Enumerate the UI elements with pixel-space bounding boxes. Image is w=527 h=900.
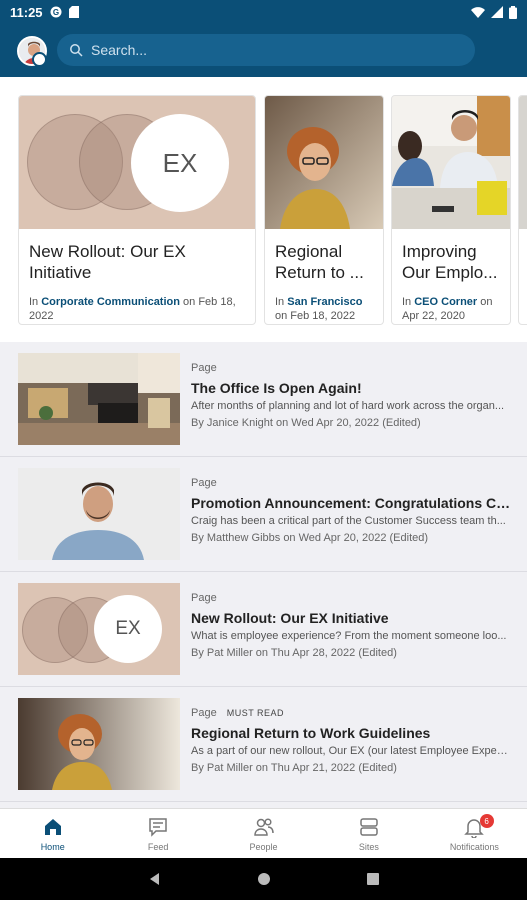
- back-icon[interactable]: [148, 872, 162, 886]
- people-icon: [253, 817, 274, 836]
- ex-logo-image: EX: [18, 583, 180, 675]
- item-type: Page: [191, 477, 217, 489]
- signal-icon: [491, 6, 503, 18]
- featured-card-meta: In Corporate Communication on Feb 18, 20…: [19, 289, 255, 323]
- featured-card-meta: In CEO Corner on Apr 22, 2020: [392, 289, 510, 323]
- item-byline: By Janice Knight on Wed Apr 20, 2022 (Ed…: [191, 417, 421, 429]
- nav-people[interactable]: People: [211, 809, 316, 858]
- office-photo: [18, 353, 180, 445]
- woman-curly-hair-photo: [265, 96, 383, 229]
- featured-card-title: Regional Return to ...: [275, 242, 364, 282]
- battery-icon: [509, 5, 517, 19]
- home-icon: [44, 818, 61, 835]
- list-item[interactable]: Page MUST READ Regional Return to Work Gu…: [0, 687, 527, 802]
- bottom-nav: Home Feed People Sites 6 Notifications: [0, 808, 527, 858]
- featured-card[interactable]: EX New Rollout: Our EX Initiative In Cor…: [18, 95, 256, 325]
- featured-card-meta: In San Francisco on Feb 18, 2022: [265, 289, 383, 323]
- search-icon: [70, 44, 83, 57]
- svg-text:G: G: [52, 8, 58, 17]
- site-link[interactable]: San Francisco: [287, 296, 362, 308]
- nav-notifications[interactable]: 6 Notifications: [422, 809, 527, 858]
- app-header: 11:25 G Search...: [0, 0, 527, 77]
- ex-logo-text: EX: [94, 595, 162, 663]
- search-placeholder: Search...: [91, 42, 148, 58]
- featured-carousel[interactable]: EX New Rollout: Our EX Initiative In Cor…: [0, 77, 527, 342]
- item-title: The Office Is Open Again!: [191, 380, 362, 396]
- featured-card[interactable]: Regional Return to ... In San Francisco …: [264, 95, 384, 325]
- feed-icon: [149, 817, 167, 837]
- nav-label: Sites: [358, 841, 379, 852]
- item-title: Regional Return to Work Guidelines: [191, 725, 431, 741]
- news-list: Page The Office Is Open Again! After mon…: [0, 342, 527, 808]
- site-link[interactable]: Corporate Communication: [41, 296, 180, 308]
- nav-label: People: [249, 841, 278, 852]
- office-meeting-photo: [392, 96, 510, 229]
- home-circle-icon[interactable]: [257, 872, 271, 886]
- card-image: [519, 96, 527, 229]
- featured-card[interactable]: Improving Our Emplo... In CEO Corner on …: [391, 95, 511, 325]
- ex-logo-text: EX: [131, 114, 229, 212]
- nav-label: Notifications: [449, 841, 499, 852]
- nav-home[interactable]: Home: [0, 809, 105, 858]
- status-time: 11:25: [10, 4, 43, 20]
- app-notification-icon: G: [50, 6, 62, 18]
- item-byline: By Pat Miller on Thu Apr 21, 2022 (Edite…: [191, 762, 397, 774]
- list-item[interactable]: Page The Office Is Open Again! After mon…: [0, 342, 527, 457]
- meta-prefix: In: [29, 296, 42, 308]
- item-description: As a part of our new rollout, Our EX (ou…: [191, 745, 511, 757]
- sd-card-icon: [68, 6, 79, 18]
- item-type: Page: [191, 362, 217, 374]
- item-description: Craig has been a critical part of the Cu…: [191, 515, 506, 527]
- nav-label: Feed: [147, 841, 169, 852]
- status-bar: 11:25 G: [0, 0, 527, 24]
- man-smiling-photo: [18, 468, 180, 560]
- item-byline: By Matthew Gibbs on Wed Apr 20, 2022 (Ed…: [191, 532, 429, 544]
- item-description: After months of planning and lot of hard…: [191, 400, 505, 412]
- recents-icon[interactable]: [366, 872, 380, 886]
- notification-count-badge: 6: [479, 814, 494, 828]
- search-input[interactable]: Search...: [57, 34, 475, 66]
- item-description: What is employee experience? From the mo…: [191, 630, 507, 642]
- site-link[interactable]: CEO Corner: [414, 296, 477, 308]
- nav-sites[interactable]: Sites: [316, 809, 421, 858]
- item-byline: By Pat Miller on Thu Apr 28, 2022 (Edite…: [191, 647, 397, 659]
- nav-label: Home: [40, 841, 65, 852]
- meta-prefix: In: [275, 296, 288, 308]
- account-badge-icon: [32, 52, 47, 67]
- system-nav-bar: [0, 858, 527, 900]
- item-title: New Rollout: Our EX Initiative: [191, 610, 389, 626]
- list-item[interactable]: Page Promotion Announcement: Congratulat…: [0, 457, 527, 572]
- sites-icon: [360, 817, 378, 836]
- featured-card-title: New Rollout: Our EX Initiative: [29, 242, 186, 282]
- ex-logo-image: EX: [19, 96, 255, 229]
- item-title: Promotion Announcement: Congratulations …: [191, 495, 511, 511]
- wifi-icon: [471, 6, 485, 18]
- woman-curly-hair-photo: [18, 698, 180, 790]
- must-read-badge: MUST READ: [226, 708, 285, 718]
- nav-feed[interactable]: Feed: [105, 809, 210, 858]
- item-type: Page: [191, 707, 217, 719]
- featured-card-peek[interactable]: [518, 95, 527, 325]
- featured-card-title: Improving Our Emplo...: [402, 242, 498, 282]
- meta-prefix: In: [402, 296, 415, 308]
- meta-date: on Feb 18, 2022: [275, 310, 356, 322]
- item-type: Page: [191, 592, 217, 604]
- list-item[interactable]: EX Page New Rollout: Our EX Initiative W…: [0, 572, 527, 687]
